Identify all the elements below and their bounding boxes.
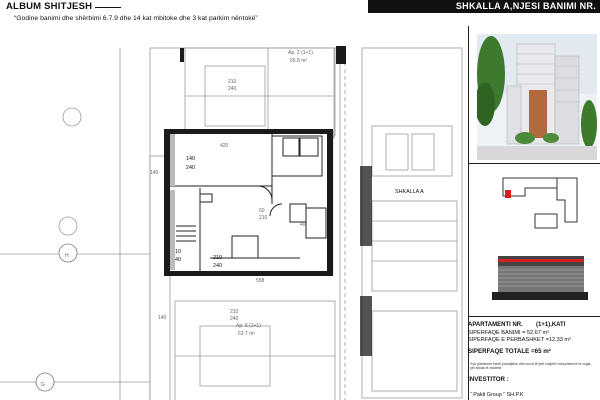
header-title: SHKALLA A,NJESI BANIMI NR. — [455, 1, 596, 11]
neighbor-top-dim: 210 — [228, 79, 237, 85]
disclaimer-note: *Kjo planimetri është paraqitëse dhe mun… — [470, 362, 591, 371]
dim-side: 140 — [150, 170, 159, 176]
apartment-outline — [164, 129, 334, 276]
neighbor-bottom-dim: 210 — [230, 309, 239, 315]
dim-lower-small-width: 10 — [175, 249, 181, 255]
investor-value: “ Pakti Group ” SH.P.K — [470, 392, 524, 398]
axis-g-marker — [35, 372, 55, 392]
divider-info — [469, 316, 600, 317]
apartment-type: (1+1),KATI — [536, 322, 566, 328]
surface-shared: SIPERFAQE E PERBASHKET =12.33 m² — [468, 337, 571, 343]
surface-living: SIPERFAQE BANIMI = 52.67 m² — [468, 330, 549, 336]
neighbor-top-dim2: 240 — [228, 86, 237, 92]
axis-h-label: H — [65, 253, 69, 259]
dim-mid-a: 60 — [259, 208, 265, 214]
surface-total: SIPERFAQE TOTALE =65 m² — [468, 348, 551, 355]
neighbor-bottom-area: 63.7 m² — [238, 331, 255, 337]
neighbor-bottom-label: Ap. 6 (1+1) — [236, 323, 261, 329]
document-subtitle: “Godine banimi dhe shërbimi 6.7.9 dhe 14… — [14, 15, 258, 22]
dim-bottom: 558 — [256, 278, 265, 284]
key-plan-highlight — [505, 190, 511, 198]
floor-plan: 420 140 240 210 240 10 40 558 60 210 40 … — [0, 46, 463, 400]
dim-top: 420 — [220, 143, 229, 149]
dim-lower-height: 240 — [213, 263, 222, 269]
dim-upper-width: 140 — [186, 156, 195, 162]
investor-label: INVESTITOR : — [468, 376, 509, 383]
section-diagram — [492, 256, 588, 300]
album-title: ALBUM SHITJESH — [6, 1, 122, 12]
dim-mid-right: 40 — [300, 222, 306, 228]
apartment-label: APARTAMENTI NR. — [468, 322, 523, 328]
dim-lower-small-height: 40 — [175, 257, 181, 263]
divider-render — [469, 163, 600, 164]
header: ALBUM SHITJESH SHKALLA A,NJESI BANIMI NR… — [0, 0, 600, 14]
axis-g-label: G — [41, 382, 45, 388]
stair-label: SHKALLA A — [395, 189, 424, 195]
building-render — [477, 34, 597, 160]
neighbor-bottom-dim2: 240 — [230, 316, 239, 322]
dim-mid-b: 210 — [259, 215, 268, 221]
section-highlight — [498, 259, 584, 262]
neighbor-top-label: Ap. 2 (1+1) — [288, 50, 313, 56]
header-title-bar: SHKALLA A,NJESI BANIMI NR. — [368, 0, 600, 13]
dim-upper-height: 240 — [186, 165, 195, 171]
neighbor-top-area: 65.8 m² — [290, 58, 307, 64]
dim-lower-width: 210 — [213, 255, 222, 261]
neighbor-bottom-side: 140 — [158, 315, 167, 321]
key-plan — [502, 177, 578, 229]
